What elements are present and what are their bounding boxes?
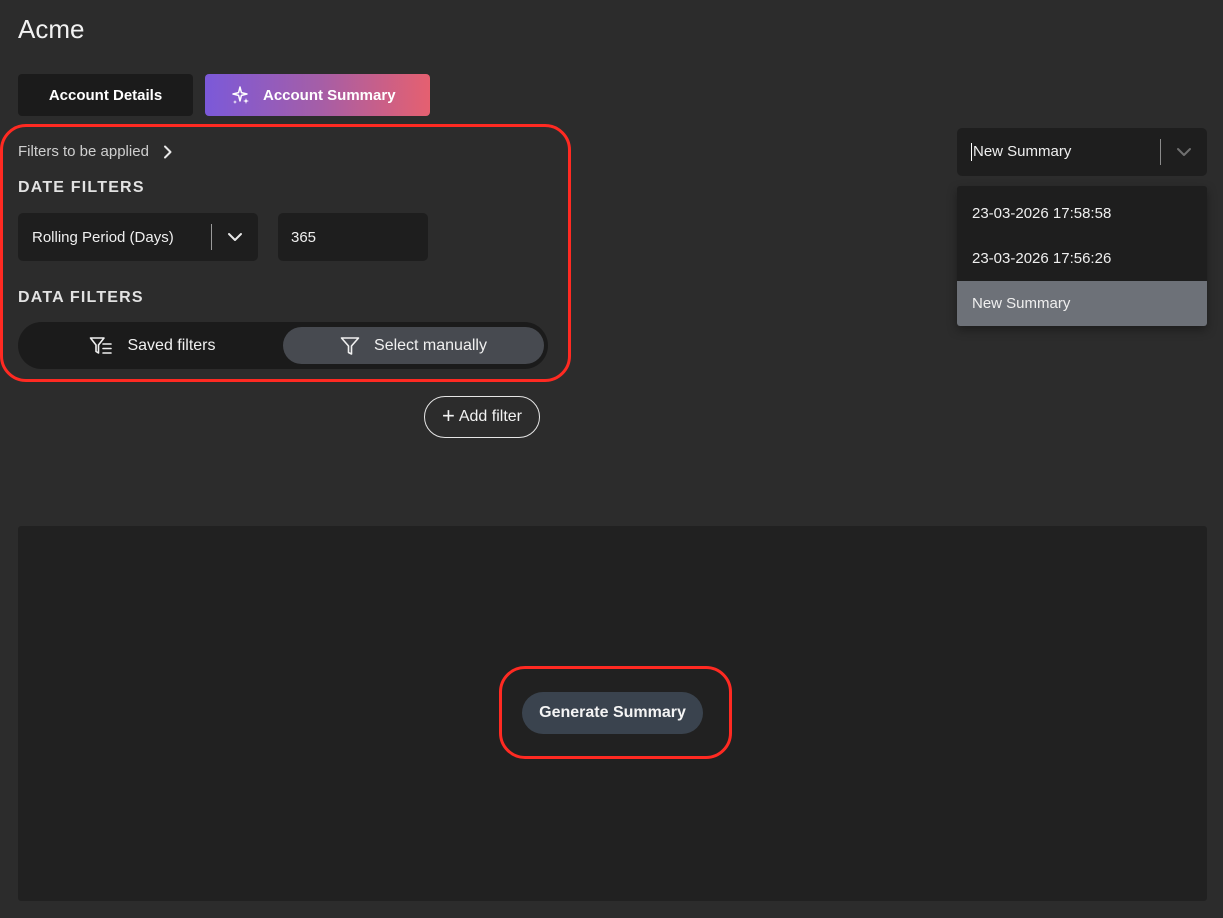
text-caret: [971, 143, 972, 162]
rolling-period-value: Rolling Period (Days): [32, 228, 174, 246]
plus-icon: +: [442, 403, 455, 428]
tab-account-details-label: Account Details: [48, 86, 163, 104]
tab-account-summary-label: Account Summary: [263, 86, 396, 104]
chevron-down-icon[interactable]: [1161, 147, 1207, 157]
data-filters-heading: DATA FILTERS: [18, 289, 144, 306]
tab-bar: Account Details Account Summary: [18, 74, 430, 116]
filter-icon: [340, 336, 360, 355]
data-filter-mode-toggle: Saved filters Select manually: [18, 322, 548, 369]
chevron-right-icon: [163, 145, 172, 158]
page: Acme Account Details Account Summary Fil…: [0, 0, 1223, 918]
filters-to-be-applied-link[interactable]: Filters to be applied: [18, 143, 173, 160]
summary-option-2[interactable]: 23-03-2026 17:56:26: [957, 236, 1207, 281]
summary-select-value: New Summary: [957, 142, 1160, 162]
filters-link-label: Filters to be applied: [18, 143, 149, 160]
summary-dropdown-menu: 23-03-2026 17:58:58 23-03-2026 17:56:26 …: [957, 186, 1207, 326]
saved-filters-label: Saved filters: [127, 336, 216, 354]
select-manually-option[interactable]: Select manually: [283, 327, 544, 364]
tab-account-details[interactable]: Account Details: [18, 74, 193, 116]
summary-option-1[interactable]: 23-03-2026 17:58:58: [957, 186, 1207, 236]
add-filter-button[interactable]: + Add filter: [424, 396, 540, 438]
filter-list-icon: [90, 336, 113, 354]
generate-summary-button[interactable]: Generate Summary: [522, 692, 703, 734]
date-filters-heading: DATE FILTERS: [18, 179, 145, 196]
tab-account-summary[interactable]: Account Summary: [205, 74, 430, 116]
add-filter-label: Add filter: [458, 408, 522, 425]
saved-filters-option[interactable]: Saved filters: [22, 327, 283, 364]
sparkle-icon: [232, 86, 249, 104]
summary-option-new[interactable]: New Summary: [957, 281, 1207, 326]
summary-select[interactable]: New Summary: [957, 128, 1207, 176]
rolling-period-select[interactable]: Rolling Period (Days): [18, 213, 258, 261]
app-title: Acme: [18, 14, 85, 44]
select-manually-label: Select manually: [374, 336, 487, 354]
chevron-down-icon[interactable]: [212, 232, 258, 242]
rolling-period-days-input[interactable]: [278, 213, 428, 261]
summary-select-text: New Summary: [973, 142, 1072, 160]
